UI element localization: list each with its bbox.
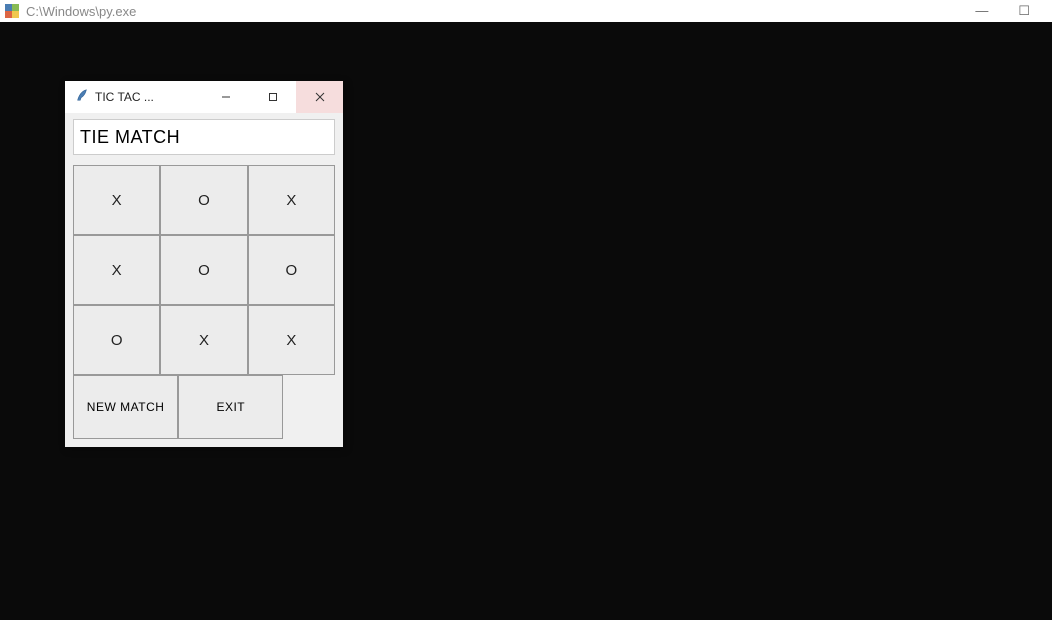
- console-client-area: TIC TAC ... TIE MATCH X O X X O O: [0, 22, 1052, 620]
- cell-1-0[interactable]: X: [73, 235, 160, 305]
- game-window: TIC TAC ... TIE MATCH X O X X O O: [65, 81, 343, 447]
- maximize-button[interactable]: [249, 81, 296, 113]
- game-board: X O X X O O O X X: [73, 165, 335, 375]
- cell-2-1[interactable]: X: [160, 305, 247, 375]
- console-titlebar: C:\Windows\py.exe — ☐: [0, 0, 1052, 22]
- cell-0-0[interactable]: X: [73, 165, 160, 235]
- action-row: NEW MATCH EXIT: [73, 375, 335, 439]
- tk-feather-icon: [75, 88, 89, 107]
- close-button[interactable]: [296, 81, 343, 113]
- action-spacer: [283, 375, 335, 439]
- game-window-title: TIC TAC ...: [95, 90, 202, 104]
- cell-0-1[interactable]: O: [160, 165, 247, 235]
- new-match-button[interactable]: NEW MATCH: [73, 375, 178, 439]
- cell-1-2[interactable]: O: [248, 235, 335, 305]
- maximize-icon[interactable]: ☐: [1018, 3, 1030, 19]
- status-text: TIE MATCH: [80, 127, 180, 148]
- cell-2-0[interactable]: O: [73, 305, 160, 375]
- status-display: TIE MATCH: [73, 119, 335, 155]
- console-window-controls: — ☐: [975, 3, 1030, 19]
- minimize-icon[interactable]: —: [975, 3, 988, 19]
- minimize-button[interactable]: [202, 81, 249, 113]
- exit-button[interactable]: EXIT: [178, 375, 283, 439]
- game-titlebar[interactable]: TIC TAC ...: [65, 81, 343, 113]
- bottom-border: [0, 620, 1052, 630]
- cell-0-2[interactable]: X: [248, 165, 335, 235]
- python-console-icon: [4, 3, 20, 19]
- cell-2-2[interactable]: X: [248, 305, 335, 375]
- console-title: C:\Windows\py.exe: [26, 4, 975, 19]
- cell-1-1[interactable]: O: [160, 235, 247, 305]
